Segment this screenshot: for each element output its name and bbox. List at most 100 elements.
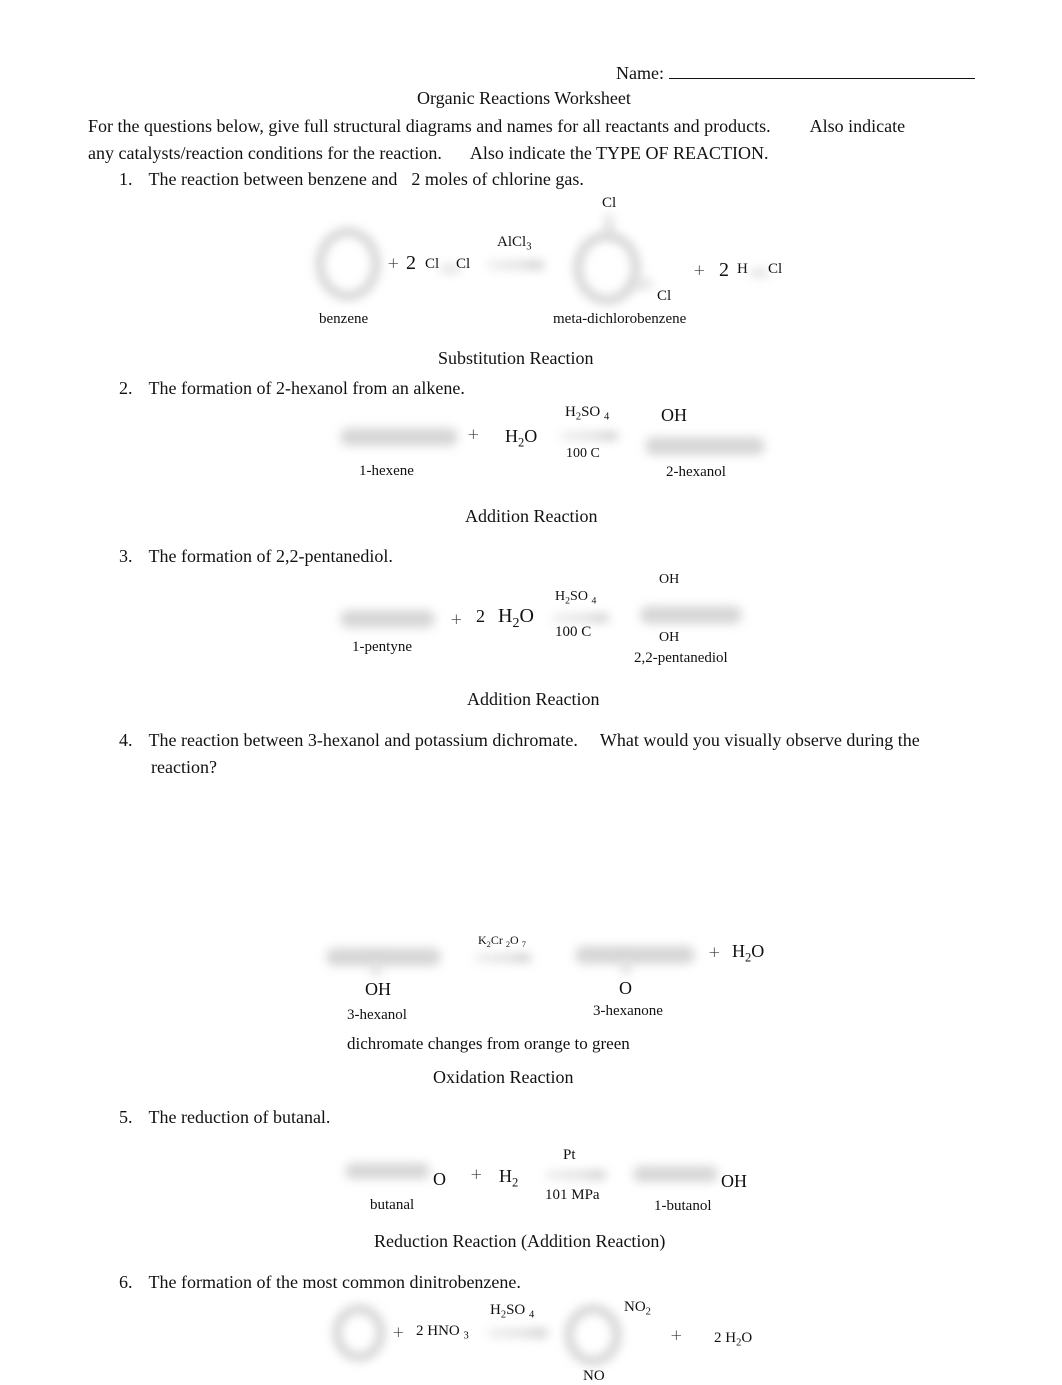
question-5: 5. The reduction of butanal. bbox=[119, 1107, 330, 1128]
question-text: The formation of the most common dinitro… bbox=[148, 1272, 521, 1292]
instructions-text: For the questions below, give full struc… bbox=[88, 116, 771, 136]
instructions-text: Also indicate bbox=[809, 116, 906, 136]
question-number: 5. bbox=[119, 1107, 133, 1127]
name-label: Name: bbox=[616, 63, 664, 83]
question-text: of chlorine gas. bbox=[472, 169, 584, 189]
product-name: 1-butanol bbox=[654, 1198, 712, 1214]
plus-sign: + bbox=[387, 254, 400, 272]
bond bbox=[622, 960, 630, 974]
question-text: The reaction between 3-hexanol and potas… bbox=[148, 730, 578, 750]
nitric-acid-formula: 2 HNO 3 bbox=[416, 1323, 469, 1342]
benzene-structure bbox=[333, 1305, 385, 1361]
hydroxyl-group: OH bbox=[661, 405, 687, 425]
question-number: 2. bbox=[119, 378, 133, 398]
question-1: 1. The reaction between benzene and 2 mole… bbox=[119, 169, 584, 190]
condition-label: 100 C bbox=[566, 446, 600, 461]
hydroxyl-group-bottom: OH bbox=[659, 630, 680, 645]
reaction-type: Addition Reaction bbox=[467, 689, 600, 709]
water-formula: H2O bbox=[498, 605, 534, 631]
h-cl-bond bbox=[750, 270, 768, 276]
hydrogen-atom: H bbox=[737, 261, 748, 277]
coefficient: 2 bbox=[719, 259, 729, 281]
hydroxyl-group: OH bbox=[721, 1171, 747, 1191]
reaction-arrow bbox=[552, 614, 610, 622]
pentanediol-structure bbox=[640, 606, 742, 624]
question-number: 1. bbox=[119, 169, 133, 189]
catalyst-label: H2SO 4 bbox=[490, 1302, 535, 1321]
product-name: 2,2-pentanediol bbox=[634, 650, 728, 666]
question-text: The formation of 2,2-pentanediol. bbox=[148, 546, 393, 566]
name-blank-line[interactable] bbox=[668, 62, 975, 79]
reaction-type: Substitution Reaction bbox=[438, 348, 594, 368]
plus-sign: + bbox=[450, 610, 463, 628]
reaction-arrow bbox=[487, 261, 545, 269]
question-4-line-2: reaction? bbox=[151, 757, 217, 777]
product-name: meta-dichlorobenzene bbox=[553, 311, 687, 327]
coefficient: 2 bbox=[406, 252, 416, 274]
name-field[interactable]: Name: bbox=[616, 62, 975, 84]
product-name: 3-hexanone bbox=[593, 1003, 663, 1019]
question-6: 6. The formation of the most common dinit… bbox=[119, 1272, 521, 1293]
question-number: 6. bbox=[119, 1272, 133, 1292]
catalyst-label: H2SO 4 bbox=[555, 589, 597, 607]
catalyst-label: K2Cr 2O 7 bbox=[478, 933, 526, 949]
reactant-name: 1-pentyne bbox=[352, 639, 412, 655]
substituent-cl-bottom: Cl bbox=[657, 288, 672, 304]
reaction-type: Addition Reaction bbox=[465, 506, 598, 526]
condition-label: 100 C bbox=[555, 624, 592, 640]
question-text: 2 moles bbox=[411, 169, 468, 189]
observation-text: dichromate changes from orange to green bbox=[347, 1034, 630, 1053]
page-title: Organic Reactions Worksheet bbox=[417, 88, 631, 108]
question-text: What would you visually observe during t… bbox=[599, 730, 920, 750]
hydroxyl-group-top: OH bbox=[659, 572, 680, 587]
product-name: 2-hexanol bbox=[666, 464, 726, 480]
hydroxyl-group: OH bbox=[365, 979, 391, 999]
instructions-text: any catalysts/reaction conditions for th… bbox=[88, 143, 442, 163]
hexanol-structure bbox=[645, 437, 765, 455]
carbonyl-oxygen: O bbox=[433, 1169, 446, 1189]
instructions-text: Also indicate the TYPE OF REACTION. bbox=[469, 143, 769, 163]
question-number: 4. bbox=[119, 730, 133, 750]
reactant-name: benzene bbox=[319, 311, 369, 327]
chlorine-atom: Cl bbox=[768, 261, 783, 277]
reaction-type: Oxidation Reaction bbox=[433, 1067, 574, 1087]
hydrogen-formula: H2 bbox=[499, 1166, 519, 1190]
nitro-group-top: NO2 bbox=[624, 1299, 651, 1318]
plus-sign: + bbox=[708, 943, 721, 961]
water-formula: 2 H2O bbox=[714, 1330, 753, 1349]
water-formula: H2O bbox=[505, 426, 538, 450]
question-3: 3. The formation of 2,2-pentanediol. bbox=[119, 546, 393, 567]
catalyst-label: H2SO 4 bbox=[565, 404, 610, 423]
water-formula: H2O bbox=[732, 941, 765, 965]
condition-label: 101 MPa bbox=[545, 1187, 600, 1203]
carbonyl-oxygen: O bbox=[619, 978, 632, 998]
bond bbox=[630, 280, 652, 288]
plus-sign: + bbox=[693, 261, 706, 279]
bond bbox=[372, 962, 380, 976]
reaction-arrow bbox=[487, 1329, 549, 1337]
catalyst-label: AlCl3 bbox=[497, 234, 532, 253]
benzene-structure bbox=[316, 228, 380, 300]
butanal-structure bbox=[345, 1163, 430, 1179]
catalyst-label: Pt bbox=[563, 1147, 576, 1163]
reaction-arrow bbox=[561, 432, 619, 440]
reactant-name: 3-hexanol bbox=[347, 1007, 407, 1023]
reactant-name: 1-hexene bbox=[359, 463, 414, 479]
dinitrobenzene-structure bbox=[565, 1305, 621, 1365]
instructions-line-1: For the questions below, give full struc… bbox=[88, 116, 905, 137]
question-text: The reduction of butanal. bbox=[148, 1107, 331, 1127]
plus-sign: + bbox=[467, 425, 480, 443]
plus-sign: + bbox=[392, 1323, 405, 1341]
hexanol-structure bbox=[326, 948, 441, 966]
question-text: The formation of 2-hexanol from an alken… bbox=[148, 378, 465, 398]
coefficient: 2 bbox=[476, 606, 485, 626]
reaction-type: Reduction Reaction (Addition Reaction) bbox=[374, 1231, 666, 1251]
pentyne-structure bbox=[340, 610, 435, 628]
substituent-cl-top: Cl bbox=[602, 195, 617, 211]
reaction-arrow bbox=[474, 954, 532, 962]
hexanone-structure bbox=[575, 946, 695, 964]
question-2: 2. The formation of 2-hexanol from an alk… bbox=[119, 378, 465, 399]
instructions-line-2: any catalysts/reaction conditions for th… bbox=[88, 143, 769, 164]
question-number: 3. bbox=[119, 546, 133, 566]
plus-sign: + bbox=[670, 1326, 683, 1344]
